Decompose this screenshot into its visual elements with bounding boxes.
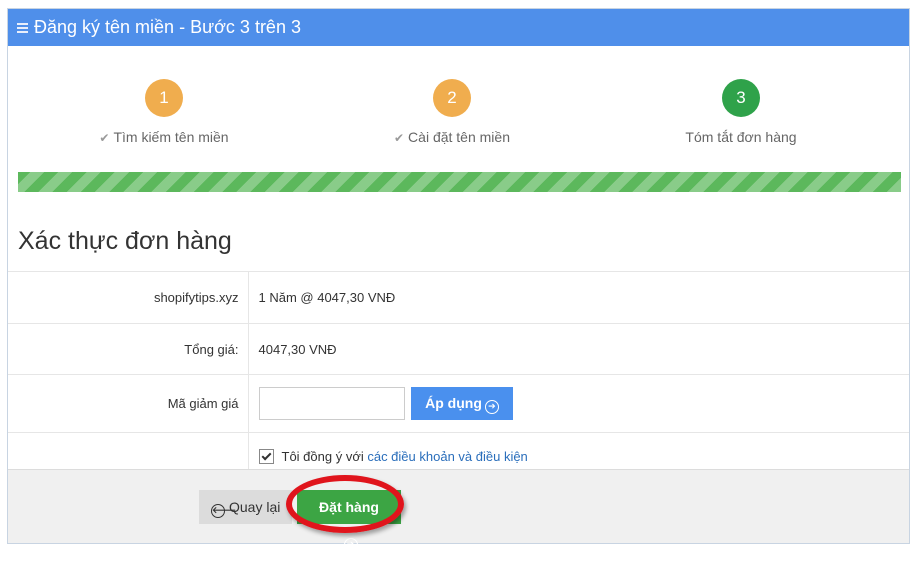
terms-link[interactable]: các điều khoản và điều kiện bbox=[367, 449, 527, 464]
highlight-circle bbox=[286, 475, 404, 533]
agree-checkbox[interactable] bbox=[258, 449, 274, 465]
coupon-input[interactable] bbox=[258, 387, 405, 420]
panel-header: Đăng ký tên miền - Bước 3 trên 3 bbox=[8, 9, 909, 46]
agree-text: Tôi đồng ý với bbox=[281, 448, 368, 464]
total-label: Tổng giá: bbox=[8, 323, 249, 375]
table-row: Mã giảm giá Áp dụng ➔ bbox=[8, 374, 909, 433]
check-icon: ✔ bbox=[99, 131, 110, 145]
step-2-number: 2 bbox=[433, 79, 471, 117]
table-row: Tổng giá: 4047,30 VNĐ bbox=[8, 323, 909, 375]
apply-coupon-button[interactable]: Áp dụng ➔ bbox=[411, 387, 513, 420]
domain-term-price: 1 Năm @ 4047,30 VNĐ bbox=[248, 271, 909, 324]
step-2[interactable]: 2 ✔ Cài đặt tên miền bbox=[332, 79, 572, 145]
step-3: 3 Tóm tắt đơn hàng bbox=[621, 79, 861, 145]
arrow-right-circle-icon: ➔ bbox=[484, 400, 499, 414]
arrow-right-circle-icon: ➔ bbox=[343, 538, 358, 552]
arrow-left-circle-icon: 🡐 bbox=[211, 504, 236, 518]
order-summary-table: shopifytips.xyz 1 Năm @ 4047,30 VNĐ Tổng… bbox=[8, 271, 909, 481]
step-indicator: 1 ✔ Tìm kiếm tên miền 2 ✔ Cài đặt tên miền… bbox=[8, 79, 909, 149]
coupon-label: Mã giảm giá bbox=[8, 374, 249, 433]
step-3-number: 3 bbox=[722, 79, 760, 117]
domain-name: shopifytips.xyz bbox=[8, 271, 249, 324]
step-3-label: Tóm tắt đơn hàng bbox=[685, 129, 797, 145]
menu-icon bbox=[17, 22, 28, 33]
action-footer: 🡐Quay lại Đặt hàng➔ bbox=[8, 469, 909, 552]
step-1-number: 1 bbox=[145, 79, 183, 117]
table-row: shopifytips.xyz 1 Năm @ 4047,30 VNĐ bbox=[8, 271, 909, 324]
step-2-label: ✔ Cài đặt tên miền bbox=[393, 129, 510, 145]
panel-title: Đăng ký tên miền - Bước 3 trên 3 bbox=[34, 17, 301, 37]
back-button[interactable]: 🡐Quay lại bbox=[199, 490, 293, 524]
section-title: Xác thực đơn hàng bbox=[18, 227, 232, 255]
step-1-label: ✔ Tìm kiếm tên miền bbox=[99, 129, 229, 145]
total-value: 4047,30 VNĐ bbox=[248, 323, 909, 375]
step-1[interactable]: 1 ✔ Tìm kiếm tên miền bbox=[44, 79, 284, 145]
domain-registration-panel: Đăng ký tên miền - Bước 3 trên 3 1 ✔ Tìm … bbox=[7, 8, 910, 552]
check-icon: ✔ bbox=[393, 131, 405, 145]
progress-bar bbox=[18, 172, 901, 192]
